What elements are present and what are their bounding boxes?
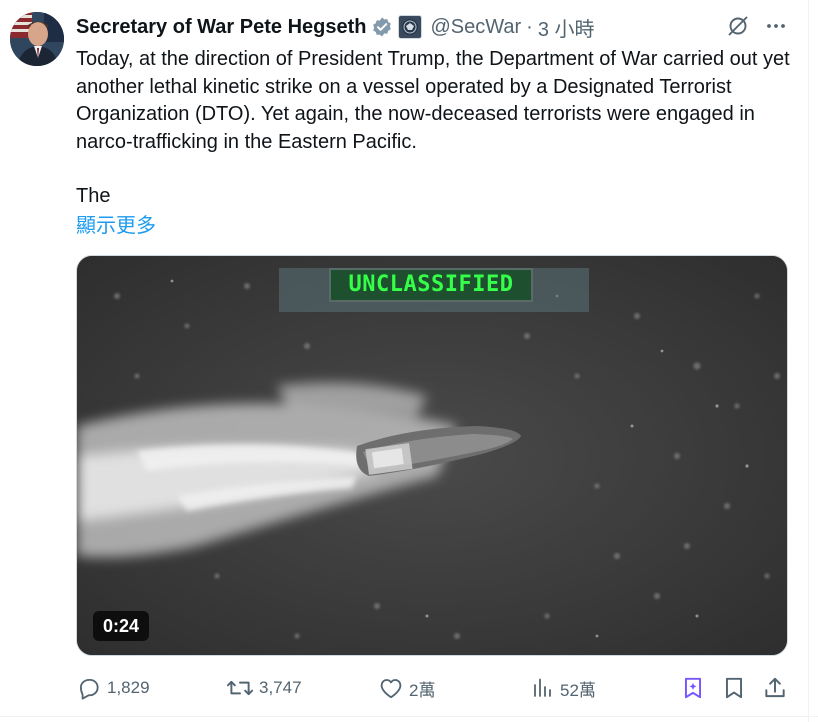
grok-analyze-button[interactable] [680, 672, 706, 704]
bookmark-button[interactable] [721, 672, 747, 704]
like-count: 2萬 [409, 680, 436, 700]
video-duration-badge: 0:24 [93, 611, 150, 641]
department-of-war-seal-icon[interactable] [398, 15, 423, 39]
show-more-link[interactable]: 顯示更多 [76, 209, 156, 238]
share-button[interactable] [762, 672, 788, 704]
tweet-header: Secretary of War Pete Hegseth @SecWar · … [76, 13, 595, 41]
view-count: 52萬 [560, 680, 596, 700]
timestamp[interactable]: 3 小時 [538, 13, 595, 42]
grok-icon[interactable] [726, 14, 750, 43]
tweet-divider [0, 716, 818, 717]
views-chart-icon [534, 678, 551, 697]
repost-icon [226, 680, 254, 696]
heart-icon [380, 679, 402, 699]
classification-label: UNCLASSIFIED [331, 270, 531, 300]
timeline-border [808, 0, 809, 722]
avatar[interactable] [10, 12, 64, 66]
grok-bookmark-sparkle-icon [684, 677, 702, 699]
tweet-text-continuation: The [76, 185, 111, 207]
views-button[interactable]: 52萬 [531, 672, 596, 704]
reply-icon [79, 678, 99, 700]
author-handle[interactable]: @SecWar [430, 16, 521, 39]
tweet-text-main: Today, at the direction of President Tru… [76, 48, 790, 153]
tweet-action-bar: 1,829 3,747 2萬 52萬 [76, 672, 792, 704]
bookmark-icon [725, 677, 743, 699]
avatar-image [10, 12, 64, 66]
tweet: Secretary of War Pete Hegseth @SecWar · … [0, 0, 818, 722]
separator-dot: · [526, 15, 533, 38]
repost-button[interactable]: 3,747 [226, 672, 302, 704]
share-icon [765, 677, 785, 698]
video-frame [77, 256, 787, 655]
repost-count: 3,747 [259, 678, 302, 697]
reply-button[interactable]: 1,829 [76, 672, 150, 704]
verified-badge-icon[interactable] [371, 16, 393, 38]
video-player[interactable]: UNCLASSIFIED 0:24 [76, 255, 788, 656]
display-name[interactable]: Secretary of War Pete Hegseth [76, 16, 366, 39]
reply-count: 1,829 [107, 678, 150, 697]
tweet-top-actions [726, 14, 788, 43]
more-options-icon[interactable] [764, 14, 788, 43]
like-button[interactable]: 2萬 [378, 672, 435, 704]
tweet-text: Today, at the direction of President Tru… [76, 46, 796, 211]
